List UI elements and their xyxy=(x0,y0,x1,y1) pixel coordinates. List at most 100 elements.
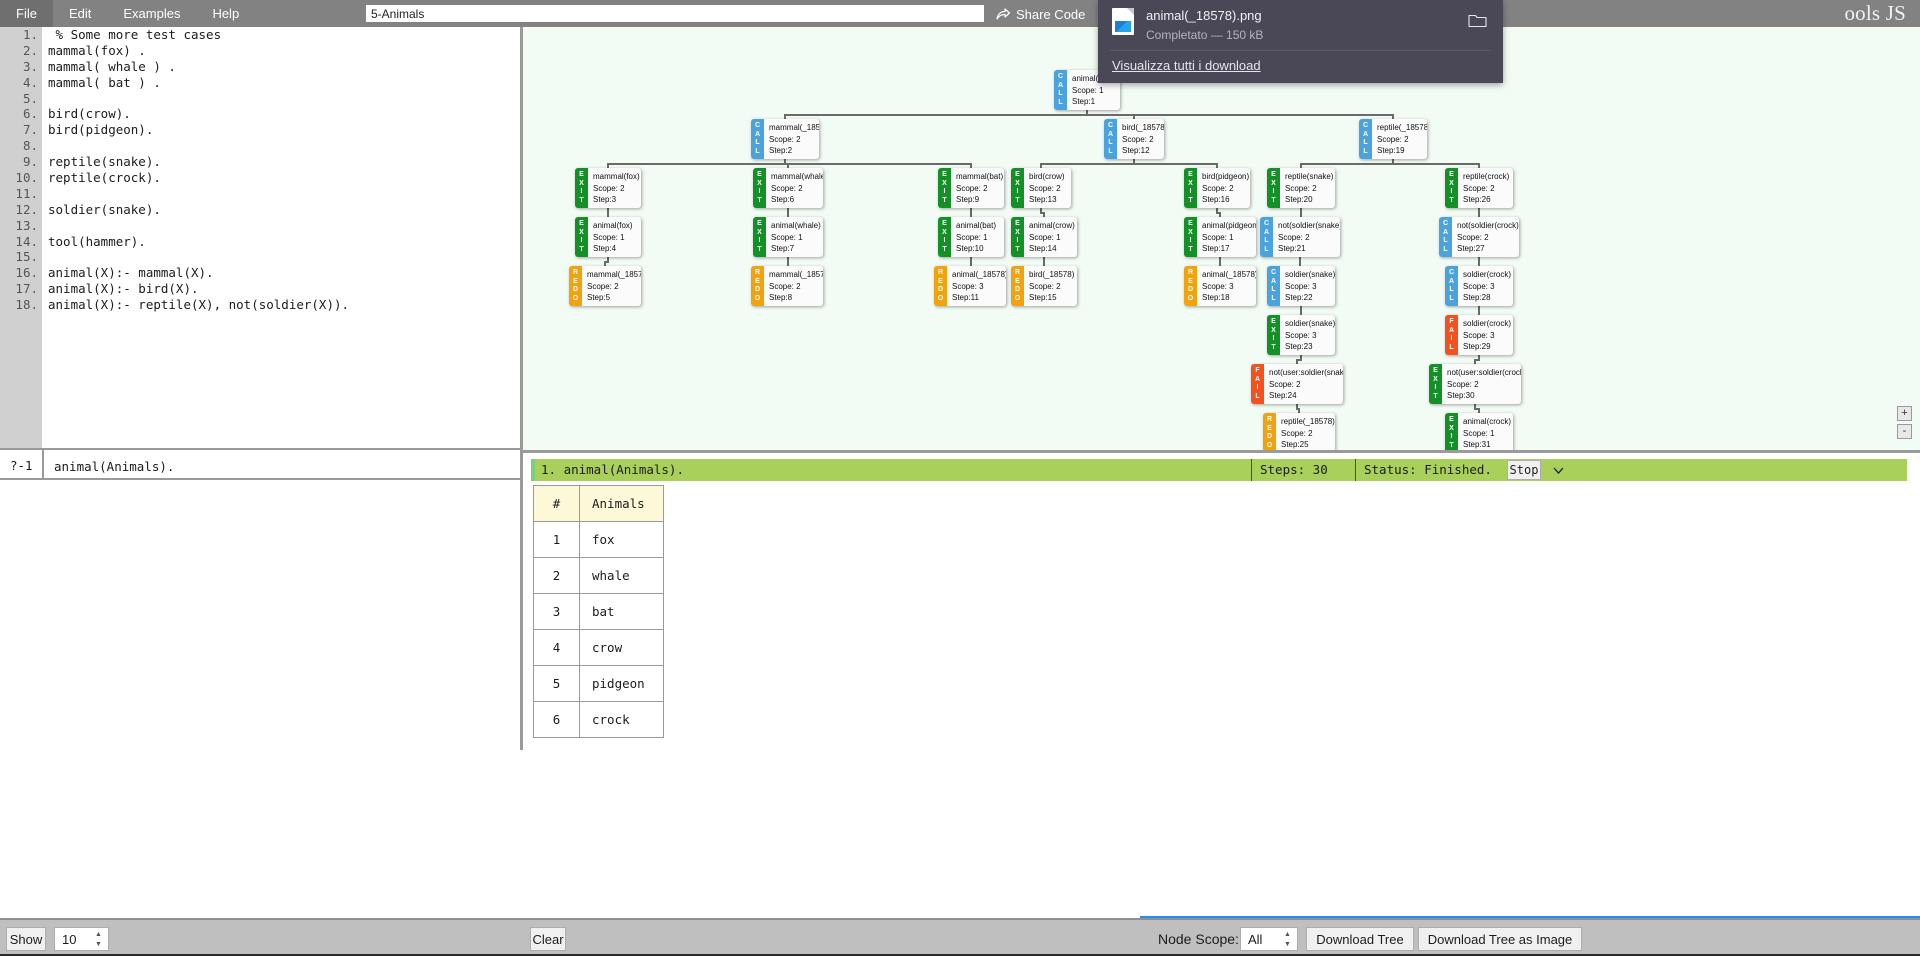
tree-node[interactable]: E X I Tmammal(fox) Scope: 2 Step:3 xyxy=(575,168,641,208)
node-step: Step:16 xyxy=(1202,195,1230,204)
line-number: 17. xyxy=(15,281,38,297)
stop-button[interactable]: Stop xyxy=(1507,460,1541,480)
code-line[interactable]: 12. soldier(snake). xyxy=(0,202,520,218)
tree-node[interactable]: E X I Tanimal(whale) Scope: 1 Step:7 xyxy=(753,217,823,257)
tree-node[interactable]: E X I Tbird(pidgeon) Scope: 2 Step:16 xyxy=(1184,168,1250,208)
proof-tree-canvas[interactable]: + - CALLanimal(_18578)Scope: 1Step:1CALL… xyxy=(523,27,1920,450)
code-line[interactable]: 2. mammal(fox) . xyxy=(0,43,520,59)
filename-input[interactable] xyxy=(366,5,984,22)
badge-letter: D xyxy=(572,286,579,293)
code-line[interactable]: 16. animal(X):- mammal(X). xyxy=(0,265,520,281)
node-type-badge: FAIL xyxy=(1445,315,1458,355)
chevron-down-icon[interactable] xyxy=(1547,459,1569,481)
node-goal: bird(_18578) xyxy=(1029,270,1075,279)
tree-node[interactable]: R E D Obird(_18578) Scope: 2 Step:15 xyxy=(1011,266,1077,306)
tree-node[interactable]: R E D Oreptile(_18578) Scope: 2 Step:25 xyxy=(1263,413,1335,450)
badge-letter: E xyxy=(579,220,584,227)
tree-node[interactable]: CALLmammal(_18578)Scope: 2Step:2 xyxy=(751,119,819,159)
badge-letter: E xyxy=(942,171,947,178)
tree-node[interactable]: FAILnot(user:soldier(snake))Scope: 2Step… xyxy=(1251,364,1343,404)
code-line[interactable]: 14. tool(hammer). xyxy=(0,234,520,250)
show-button[interactable]: Show xyxy=(6,927,46,951)
badge-letter: T xyxy=(757,196,762,204)
show-count-stepper[interactable]: 10 ▲ ▼ xyxy=(54,927,109,951)
badge-letter: I xyxy=(1434,384,1437,391)
menu-item-file[interactable]: File xyxy=(0,0,53,27)
code-line[interactable]: 17. animal(X):- bird(X). xyxy=(0,281,520,297)
code-line[interactable]: 15. xyxy=(0,249,520,265)
tree-node[interactable]: E X I Tanimal(bat) Scope: 1 Step:10 xyxy=(938,217,1004,257)
node-step: Step:3 xyxy=(593,195,617,204)
folder-icon[interactable] xyxy=(1468,13,1487,28)
code-line[interactable]: 1. % Some more test cases xyxy=(0,27,520,43)
badge-letter: O xyxy=(572,294,579,302)
table-row[interactable]: 4 crow xyxy=(533,629,664,666)
tree-node[interactable]: E X I Tbird(crow) Scope: 2 Step:13 xyxy=(1011,168,1071,208)
tree-node[interactable]: E X I Tanimal(fox) Scope: 1 Step:4 xyxy=(575,217,641,257)
code-line[interactable]: 7. bird(pidgeon). xyxy=(0,122,520,138)
zoom-out-button[interactable]: - xyxy=(1897,424,1912,439)
tree-node[interactable]: C A L Lsoldier(snake) Scope: 3 Step:22 xyxy=(1267,266,1335,306)
code-line[interactable]: 4. mammal( bat ) . xyxy=(0,75,520,91)
node-scope-select[interactable]: All ▲ ▼ xyxy=(1240,927,1298,951)
tree-node[interactable]: EXITnot(user:soldier(crock))Scope: 2Step… xyxy=(1429,364,1521,404)
code-editor[interactable]: 1. % Some more test cases 2. mammal(fox) .… xyxy=(0,27,520,448)
view-all-downloads-link[interactable]: Visualizza tutti i download xyxy=(1112,58,1261,73)
stepper-arrows-icon[interactable]: ▲ ▼ xyxy=(92,930,105,949)
table-row[interactable]: 5 pidgeon xyxy=(533,665,664,702)
node-type-badge: REDO xyxy=(1263,413,1276,450)
select-arrows-icon[interactable]: ▲ ▼ xyxy=(1281,930,1294,949)
tree-node[interactable]: E X I Treptile(crock) Scope: 2 Step:26 xyxy=(1445,168,1513,208)
tree-node[interactable]: REDOmammal(_18578)Scope: 2Step:8 xyxy=(751,266,823,306)
table-row[interactable]: 6 crock xyxy=(533,701,664,738)
badge-letter: C xyxy=(1442,220,1449,227)
tree-node[interactable]: R E D Oanimal(_18578) Scope: 3 Step:11 xyxy=(934,266,1006,306)
code-line[interactable]: 6. bird(crow). xyxy=(0,106,520,122)
badge-letter: T xyxy=(579,245,584,253)
tree-node[interactable]: R E D Oanimal(_18578) Scope: 3 Step:18 xyxy=(1184,266,1256,306)
tree-node[interactable]: F A I Lsoldier(crock) Scope: 3 Step:29 xyxy=(1445,315,1513,355)
code-line[interactable]: 11. xyxy=(0,186,520,202)
menu-item-examples[interactable]: Examples xyxy=(107,0,196,27)
node-goal: mammal(_18578) xyxy=(769,123,819,132)
download-tree-image-button[interactable]: Download Tree as Image xyxy=(1418,927,1582,951)
code-line[interactable]: 5. xyxy=(0,91,520,107)
tree-node[interactable]: E X I Tmammal(bat) Scope: 2 Step:9 xyxy=(938,168,1004,208)
node-scope: Scope: 1 xyxy=(956,232,988,242)
code-line[interactable]: 18. animal(X):- reptile(X), not(soldier(X… xyxy=(0,297,520,313)
table-row[interactable]: 1 fox xyxy=(533,521,664,558)
show-count-value: 10 xyxy=(62,931,77,947)
editor-code-area[interactable]: 1. % Some more test cases 2. mammal(fox) .… xyxy=(0,27,520,313)
download-item[interactable]: animal(_18578).png Completato — 150 kB xyxy=(1112,8,1263,42)
table-row[interactable]: 3 bat xyxy=(533,593,664,630)
node-type-badge: CALL xyxy=(751,119,764,159)
menu-item-edit[interactable]: Edit xyxy=(53,0,107,27)
zoom-in-button[interactable]: + xyxy=(1897,406,1912,421)
code-line[interactable]: 13. xyxy=(0,218,520,234)
tree-node[interactable]: E X I Tanimal(pidgeon) Scope: 1 Step:17 xyxy=(1184,217,1256,257)
tree-node[interactable]: REDOmammal(_18578)Scope: 2Step:5 xyxy=(569,266,641,306)
tree-node[interactable]: E X I Tanimal(crock) Scope: 1 Step:31 xyxy=(1445,413,1513,450)
menu-item-help[interactable]: Help xyxy=(196,0,255,27)
table-row[interactable]: 2 whale xyxy=(533,557,664,594)
code-line[interactable]: 10. reptile(crock). xyxy=(0,170,520,186)
tree-node[interactable]: C A L Lsoldier(crock) Scope: 3 Step:28 xyxy=(1445,266,1513,306)
tree-node[interactable]: E X I Tsoldier(snake) Scope: 3 Step:23 xyxy=(1267,315,1335,355)
share-code-button[interactable]: Share Code xyxy=(996,5,1085,23)
code-line[interactable]: 3. mammal( whale ) . xyxy=(0,59,520,75)
code-line[interactable]: 8. xyxy=(0,138,520,154)
view-all-downloads-label: Visualizza tutti i download xyxy=(1112,58,1261,73)
tree-node[interactable]: E X I Treptile(snake) Scope: 2 Step:20 xyxy=(1267,168,1335,208)
tree-node[interactable]: C A L Lreptile(_18578) Scope: 2 Step:19 xyxy=(1359,119,1427,159)
clear-button[interactable]: Clear xyxy=(530,927,566,951)
download-tree-button[interactable]: Download Tree xyxy=(1306,927,1414,951)
node-type-badge: FAIL xyxy=(1251,364,1264,404)
tree-node[interactable]: C A L Lnot(soldier(crock)) Scope: 2 Step:27 xyxy=(1439,217,1519,257)
code-line[interactable]: 9. reptile(snake). xyxy=(0,154,520,170)
tree-node[interactable]: C A L Lnot(soldier(snake)) Scope: 2 Step:21 xyxy=(1260,217,1340,257)
tree-node[interactable]: E X I Tmammal(whale) Scope: 2 Step:6 xyxy=(753,168,823,208)
node-body: soldier(snake) Scope: 3 Step:23 xyxy=(1280,315,1335,355)
query-input[interactable] xyxy=(52,458,502,475)
tree-node[interactable]: C A L Lbird(_18578) Scope: 2 Step:12 xyxy=(1104,119,1164,159)
tree-node[interactable]: E X I Tanimal(crow) Scope: 1 Step:14 xyxy=(1011,217,1077,257)
